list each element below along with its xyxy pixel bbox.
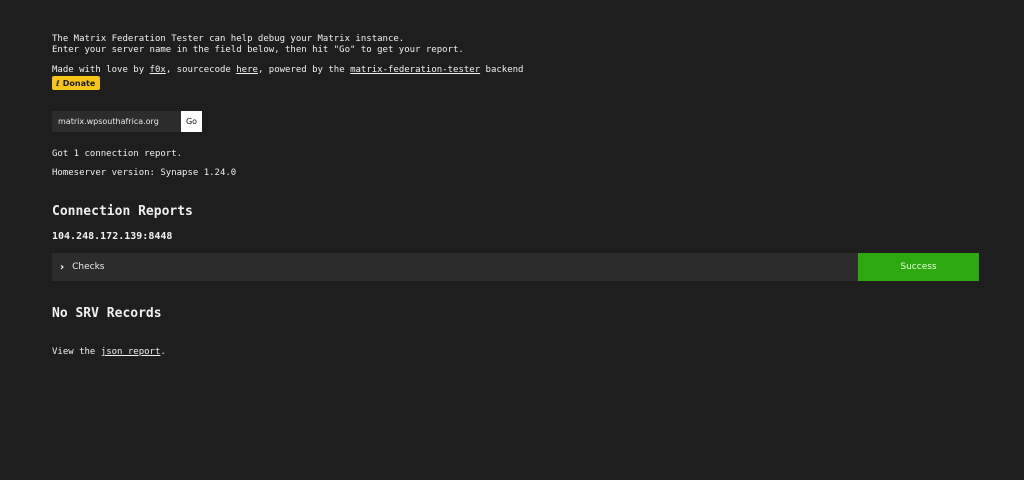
liberapay-icon: ℓ xyxy=(56,78,60,88)
status-badge: Success xyxy=(858,253,979,281)
credits-middle-2: , powered by the xyxy=(257,65,351,75)
json-report-line: View the json report. xyxy=(52,347,166,358)
sourcecode-link[interactable]: here xyxy=(236,65,258,75)
homeserver-version-text: Homeserver version: Synapse 1.24.0 xyxy=(52,168,237,178)
srv-records-heading: No SRV Records xyxy=(52,306,162,321)
reports-count-text: Got 1 connection report. xyxy=(52,149,183,159)
server-address: 104.248.172.139:8448 xyxy=(52,231,173,242)
intro-text: The Matrix Federation Tester can help de… xyxy=(52,34,464,56)
checks-toggle[interactable]: › Checks xyxy=(52,253,858,281)
donate-label: Donate xyxy=(62,78,96,88)
credits-suffix: backend xyxy=(480,65,524,75)
server-name-input[interactable]: matrix.wpsouthafrica.org xyxy=(52,111,181,132)
page: The Matrix Federation Tester can help de… xyxy=(0,0,1024,480)
json-prefix: View the xyxy=(52,347,101,357)
json-report-link[interactable]: json report xyxy=(101,347,161,357)
intro-line-1: The Matrix Federation Tester can help de… xyxy=(52,34,405,44)
chevron-right-icon: › xyxy=(60,261,65,273)
intro-line-2: Enter your server name in the field belo… xyxy=(52,45,464,55)
checks-label: Checks xyxy=(72,262,105,272)
go-button[interactable]: Go xyxy=(181,111,202,132)
credits-prefix: Made with love by xyxy=(52,65,150,75)
checks-row: › Checks Success xyxy=(52,253,979,281)
credits-line: Made with love by f0x, sourcecode here, … xyxy=(52,65,523,76)
server-search-form: matrix.wpsouthafrica.org Go xyxy=(52,111,202,132)
json-suffix: . xyxy=(160,347,166,357)
connection-reports-heading: Connection Reports xyxy=(52,204,193,219)
author-link[interactable]: f0x xyxy=(150,65,166,75)
backend-link[interactable]: matrix-federation-tester xyxy=(350,65,480,75)
credits-middle: , sourcecode xyxy=(165,65,237,75)
donate-button[interactable]: ℓ Donate xyxy=(52,76,101,90)
